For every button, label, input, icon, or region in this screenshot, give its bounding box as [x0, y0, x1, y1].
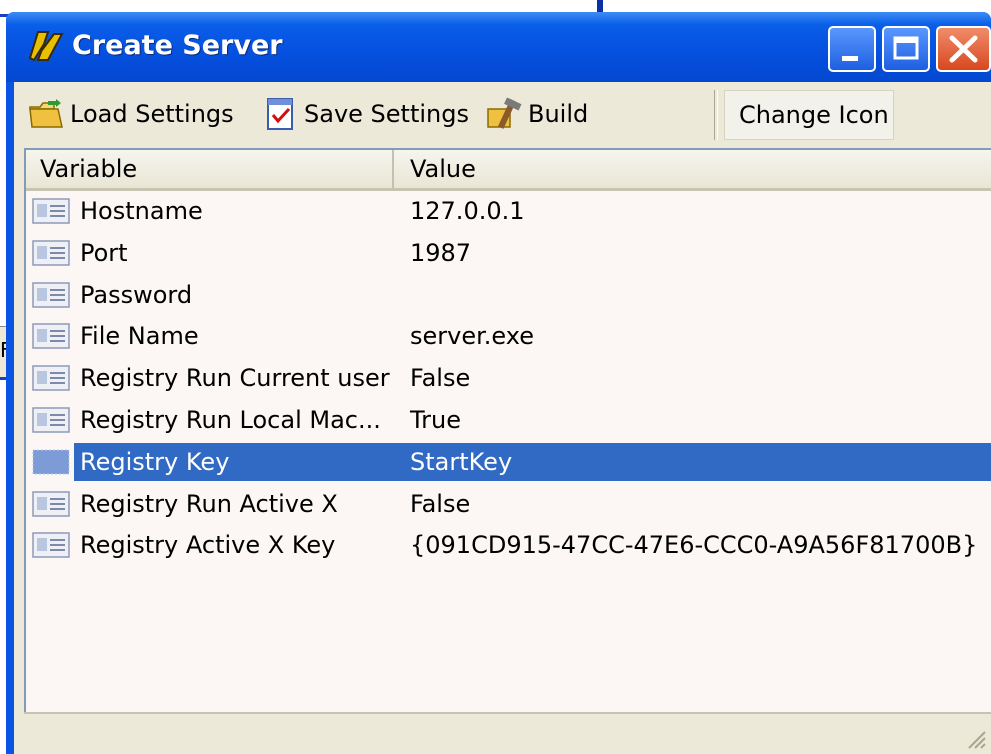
variable-value: {091CD915-47CC-47E6-CCC0-A9A56F81700B}: [410, 531, 978, 560]
status-bar: [24, 712, 991, 754]
variable-name: Registry Key: [80, 447, 230, 476]
variable-value: server.exe: [410, 322, 534, 351]
column-header-value[interactable]: Value: [396, 150, 991, 188]
variable-item-icon: [32, 490, 70, 517]
variable-name: Hostname: [80, 197, 203, 225]
variable-value: 127.0.0.1: [410, 197, 525, 225]
build-button[interactable]: Build: [486, 94, 588, 134]
minimize-icon: [842, 56, 858, 61]
close-icon: [949, 35, 978, 63]
toolbar-separator: [714, 90, 718, 140]
title-bar[interactable]: Create Server: [6, 12, 991, 82]
client-area: Load Settings Save Settings Build Change…: [14, 82, 991, 754]
folder-open-icon: [29, 99, 63, 128]
settings-list[interactable]: Variable Value Hostname 127.0.0.1 Port 1987…: [24, 148, 991, 712]
minimize-button[interactable]: [828, 26, 876, 72]
load-settings-button[interactable]: Load Settings: [28, 94, 234, 134]
variable-item-icon: [32, 407, 70, 433]
save-settings-label: Save Settings: [304, 100, 469, 128]
load-settings-label: Load Settings: [70, 100, 234, 128]
list-item[interactable]: Registry Active X Key {091CD915-47CC-47E6…: [26, 525, 991, 565]
list-item[interactable]: Registry Run Current user False: [26, 358, 991, 398]
variable-name: Password: [80, 280, 193, 309]
variable-name: Registry Run Current user: [80, 364, 390, 393]
create-server-window: Create Server Load Settings Save Setting…: [6, 12, 991, 754]
toolbar: Load Settings Save Settings Build Change…: [14, 82, 991, 146]
variable-item-icon: [32, 198, 70, 224]
list-item[interactable]: Registry Key StartKey: [26, 442, 991, 482]
app-icon: [28, 31, 64, 62]
change-icon-button[interactable]: Change Icon: [724, 90, 894, 140]
list-item[interactable]: Password: [26, 275, 991, 315]
close-button[interactable]: [936, 26, 991, 72]
variable-value: StartKey: [410, 447, 513, 476]
variable-value: False: [410, 364, 471, 393]
resize-grip-icon[interactable]: [963, 726, 987, 750]
variable-name: File Name: [80, 322, 199, 351]
variable-name: Registry Run Local Mac...: [80, 406, 381, 434]
variable-item-icon: [32, 365, 70, 391]
maximize-button[interactable]: [882, 26, 930, 72]
variable-item-icon: [32, 240, 70, 266]
variable-value: True: [410, 406, 461, 434]
variable-item-icon: [32, 323, 70, 350]
list-item[interactable]: Registry Run Local Mac... True: [26, 400, 991, 440]
window-title: Create Server: [72, 30, 283, 61]
list-item[interactable]: File Name server.exe: [26, 316, 991, 356]
list-item[interactable]: Port 1987: [26, 233, 991, 273]
variable-item-icon: [32, 281, 70, 308]
maximize-icon: [893, 36, 919, 60]
variable-value: 1987: [410, 238, 472, 267]
variable-item-icon: [32, 532, 70, 559]
build-tools-icon: [487, 97, 522, 129]
save-settings-button[interactable]: Save Settings: [262, 94, 469, 134]
variable-value: False: [410, 489, 471, 518]
variable-name: Registry Active X Key: [80, 531, 336, 560]
save-document-icon: [267, 98, 293, 130]
build-label: Build: [528, 100, 589, 128]
list-item[interactable]: Hostname 127.0.0.1: [26, 191, 991, 231]
column-header-variable[interactable]: Variable: [26, 150, 394, 188]
variable-name: Port: [80, 238, 128, 267]
variable-name: Registry Run Active X: [80, 489, 338, 518]
list-item[interactable]: Registry Run Active X False: [26, 484, 991, 524]
list-header: Variable Value: [26, 150, 991, 191]
variable-item-icon: [32, 449, 70, 475]
